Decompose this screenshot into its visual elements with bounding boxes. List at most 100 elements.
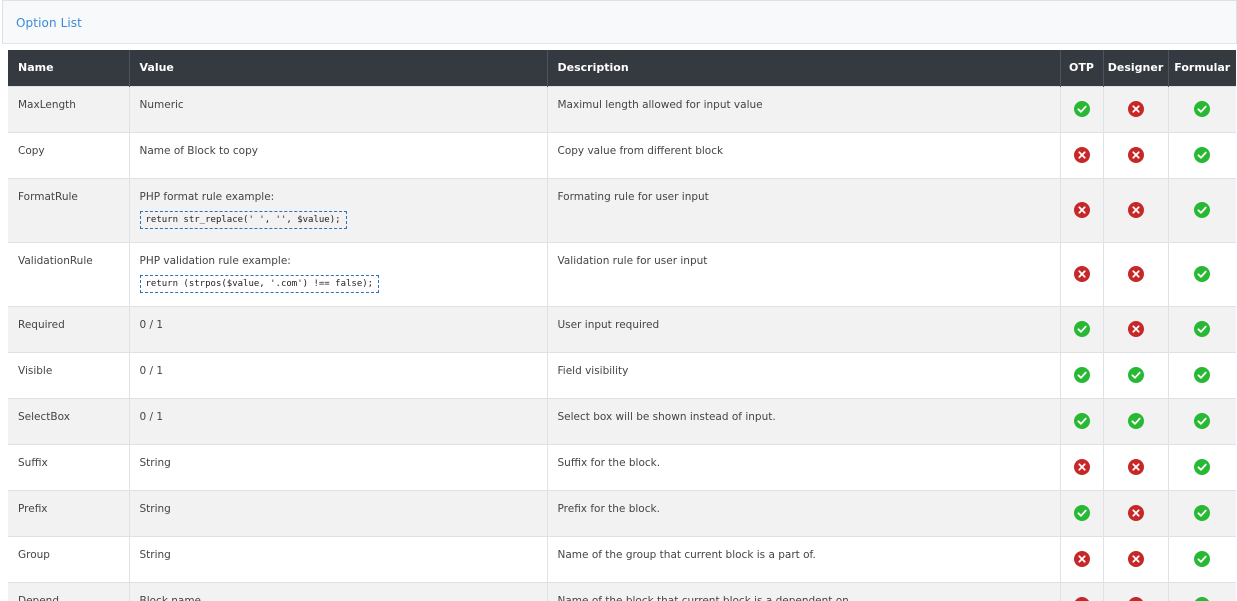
option-description-cell: Suffix for the block. [546,443,1060,490]
check-circle-icon [1073,101,1090,117]
x-circle-icon [1127,202,1144,218]
table-row: ValidationRule PHP validation rule exampl… [8,241,1236,306]
column-header-description: Description [546,50,1060,86]
option-value-cell: 0 / 1 [128,397,547,444]
option-description-cell: User input required [546,305,1060,352]
option-name-cell: Suffix [8,443,129,490]
option-name-cell: FormatRule [8,177,129,242]
option-value-cell: String [128,443,547,490]
option-description-cell: Select box will be shown instead of inpu… [546,397,1060,444]
x-circle-icon [1073,147,1090,163]
column-header-name: Name [8,50,129,86]
otp-status-cell [1059,241,1103,306]
table-row: Prefix String Prefix for the block. [8,489,1236,536]
option-name-cell: Visible [8,351,129,398]
table-row: Depend Block name Name of the block that c… [8,581,1236,601]
option-table-container: Name Value Description OTP Designer Form… [8,50,1237,601]
x-circle-icon [1073,266,1090,282]
option-description-cell: Prefix for the block. [546,489,1060,536]
formular-status-cell [1167,535,1236,582]
formular-status-cell [1167,489,1236,536]
table-row: Copy Name of Block to copy Copy value from… [8,131,1236,178]
designer-status-cell [1102,535,1168,582]
option-value-text: Name of Block to copy [139,144,258,157]
option-description-cell: Validation rule for user input [546,241,1060,306]
option-description-cell: Copy value from different block [546,131,1060,178]
designer-status-cell [1102,443,1168,490]
check-circle-icon [1194,101,1211,117]
designer-status-cell [1102,85,1168,132]
designer-status-cell [1102,397,1168,444]
option-value-cell: String [128,535,547,582]
option-value-text: Numeric [139,98,184,111]
option-value-cell: Block name [128,581,547,601]
option-value-text: String [139,548,171,561]
formular-status-cell [1167,131,1236,178]
option-name-cell: Group [8,535,129,582]
designer-status-cell [1102,241,1168,306]
x-circle-icon [1127,505,1144,521]
option-description-cell: Maximul length allowed for input value [546,85,1060,132]
check-circle-icon [1073,367,1090,383]
option-name-cell: Copy [8,131,129,178]
designer-status-cell [1102,489,1168,536]
check-circle-icon [1194,147,1211,163]
formular-status-cell [1167,443,1236,490]
option-value-text: PHP format rule example: [139,190,275,203]
option-value-text: PHP validation rule example: [139,254,291,267]
x-circle-icon [1127,459,1144,475]
column-header-value: Value [128,50,547,86]
option-value-text: 0 / 1 [139,318,164,331]
x-circle-icon [1127,101,1144,117]
table-row: FormatRule PHP format rule example: return… [8,177,1236,242]
x-circle-icon [1073,551,1090,567]
column-header-formular: Formular [1167,50,1236,86]
option-value-cell: String [128,489,547,536]
option-value-text: String [139,502,171,515]
otp-status-cell [1059,351,1103,398]
table-row: Suffix String Suffix for the block. [8,443,1236,490]
table-row: Visible 0 / 1 Field visibility [8,351,1236,398]
formular-status-cell [1167,305,1236,352]
option-value-cell: PHP validation rule example: return (strp… [128,241,547,306]
check-circle-icon [1073,505,1090,521]
formular-status-cell [1167,581,1236,601]
formular-status-cell [1167,351,1236,398]
otp-status-cell [1059,177,1103,242]
table-row: MaxLength Numeric Maximul length allowed f… [8,85,1236,132]
option-name-cell: SelectBox [8,397,129,444]
option-description-cell: Name of the group that current block is … [546,535,1060,582]
option-table: Name Value Description OTP Designer Form… [8,50,1236,601]
check-circle-icon [1073,413,1090,429]
card-header: Option List [2,0,1237,44]
check-circle-icon [1127,367,1144,383]
option-value-text: 0 / 1 [139,410,164,423]
option-value-cell: 0 / 1 [128,351,547,398]
designer-status-cell [1102,305,1168,352]
option-description-cell: Name of the block that current block is … [546,581,1060,601]
x-circle-icon [1127,266,1144,282]
page-title: Option List [16,16,82,30]
option-name-cell: ValidationRule [8,241,129,306]
otp-status-cell [1059,85,1103,132]
option-name-cell: Prefix [8,489,129,536]
otp-status-cell [1059,443,1103,490]
option-value-text: String [139,456,171,469]
option-description-cell: Formating rule for user input [546,177,1060,242]
check-circle-icon [1194,551,1211,567]
option-value-text: Block name [139,594,202,601]
table-header-row: Name Value Description OTP Designer Form… [8,50,1236,86]
x-circle-icon [1127,551,1144,567]
x-circle-icon [1073,459,1090,475]
option-value-text: 0 / 1 [139,364,164,377]
check-circle-icon [1194,367,1211,383]
check-circle-icon [1194,321,1211,337]
code-example: return (strpos($value, '.com') !== false… [139,274,380,293]
designer-status-cell [1102,581,1168,601]
check-circle-icon [1194,266,1211,282]
x-circle-icon [1127,321,1144,337]
check-circle-icon [1194,505,1211,521]
table-row: Group String Name of the group that curren… [8,535,1236,582]
x-circle-icon [1073,202,1090,218]
column-header-otp: OTP [1059,50,1103,86]
